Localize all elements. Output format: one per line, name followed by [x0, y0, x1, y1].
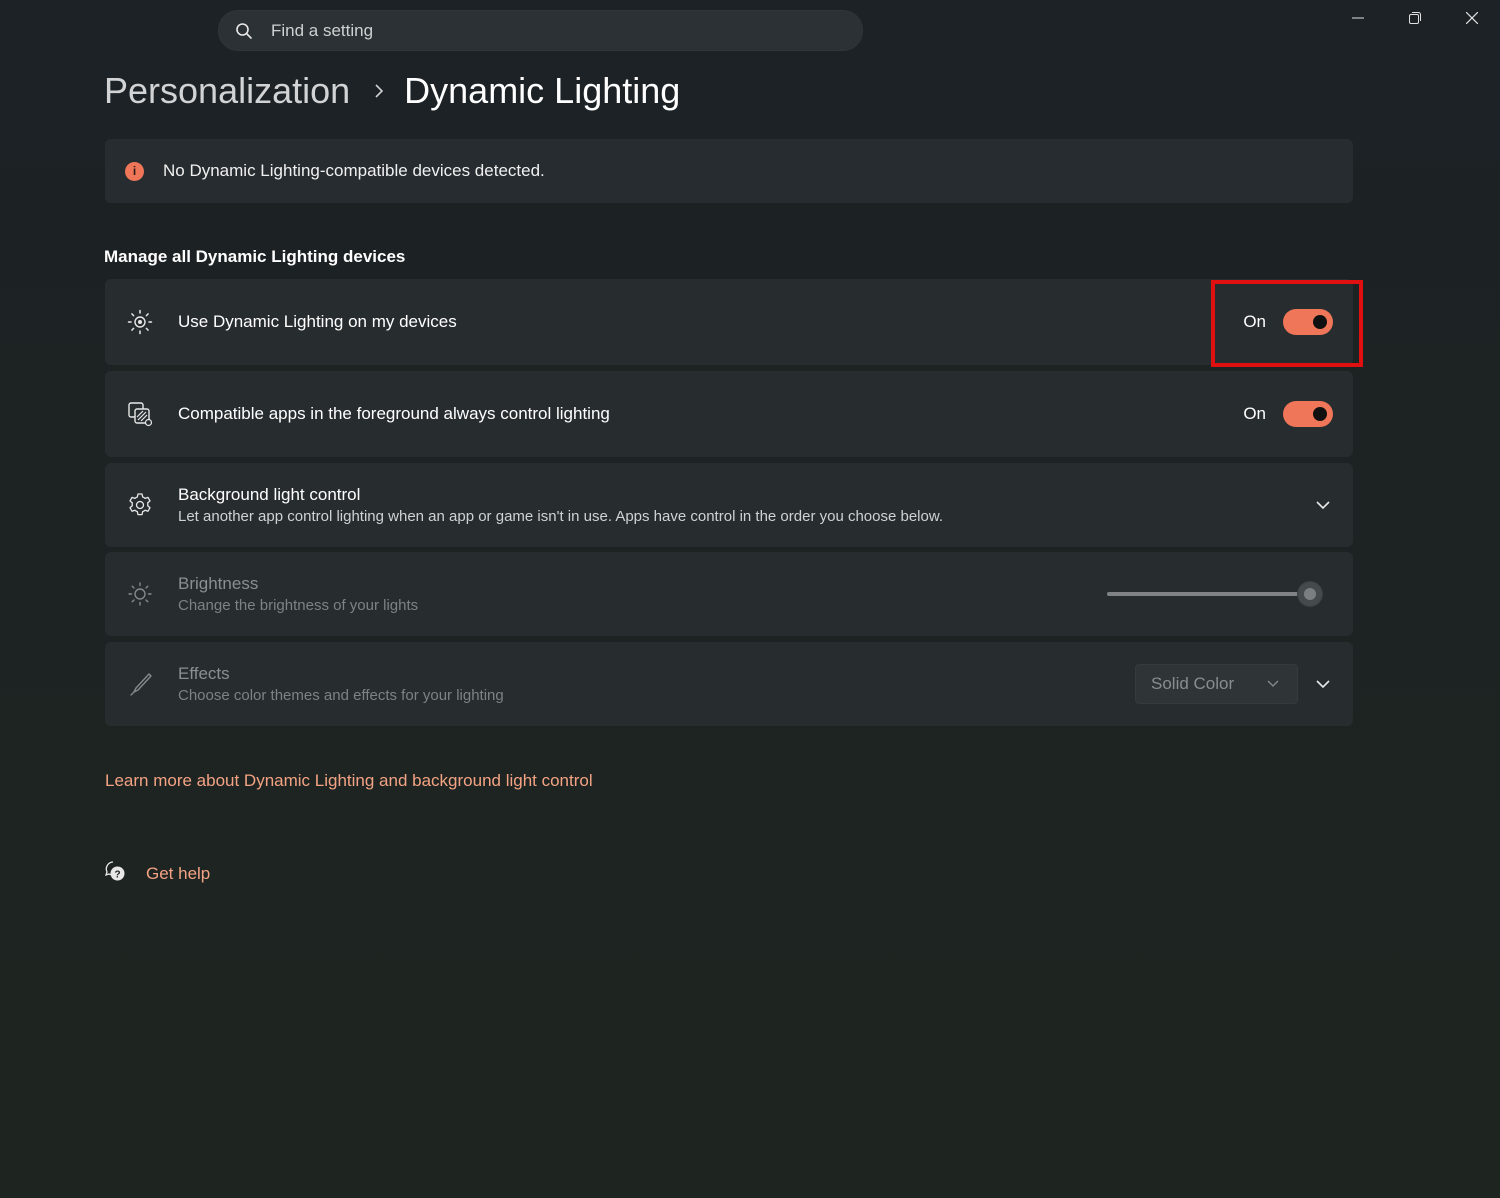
- chevron-down-icon: [1267, 678, 1279, 690]
- dropdown-value: Solid Color: [1151, 674, 1235, 693]
- page-title: Dynamic Lighting: [404, 70, 681, 111]
- slider-thumb[interactable]: [1298, 582, 1322, 606]
- close-button[interactable]: [1443, 0, 1500, 40]
- setting-text: Effects Choose color themes and effects …: [178, 664, 504, 704]
- setting-description: Choose color themes and effects for your…: [178, 687, 504, 704]
- minimize-button[interactable]: [1329, 0, 1386, 40]
- setting-text: Use Dynamic Lighting on my devices: [178, 312, 457, 332]
- setting-title: Compatible apps in the foreground always…: [178, 404, 610, 423]
- brightness-slider[interactable]: [1107, 582, 1322, 606]
- setting-background-light-control[interactable]: Background light control Let another app…: [105, 463, 1353, 547]
- chevron-down-icon[interactable]: [1315, 497, 1331, 513]
- get-help-label: Get help: [146, 863, 211, 883]
- breadcrumb-personalization[interactable]: Personalization: [104, 70, 350, 112]
- setting-foreground-apps-control: Compatible apps in the foreground always…: [105, 371, 1353, 457]
- setting-description: Change the brightness of your lights: [178, 597, 419, 614]
- slider-track: [1107, 592, 1310, 596]
- minimize-icon: [1351, 11, 1364, 29]
- learn-more-link[interactable]: Learn more about Dynamic Lighting and ba…: [105, 771, 593, 791]
- close-icon: [1465, 11, 1478, 29]
- search-icon: [235, 22, 253, 40]
- setting-title: Background light control: [178, 485, 361, 504]
- help-icon: ?: [104, 860, 126, 887]
- use-dynamic-lighting-toggle[interactable]: [1283, 309, 1333, 335]
- brightness-icon: [127, 581, 153, 607]
- restore-icon: [1408, 11, 1421, 29]
- svg-text:?: ?: [114, 870, 120, 881]
- apps-control-icon: [127, 401, 153, 427]
- toggle-state-label: On: [1243, 404, 1266, 423]
- chevron-down-icon[interactable]: [1315, 676, 1331, 692]
- setting-effects: Effects Choose color themes and effects …: [105, 642, 1353, 726]
- setting-brightness: Brightness Change the brightness of your…: [105, 552, 1353, 636]
- brush-icon: [127, 671, 153, 697]
- breadcrumb: Personalization Dynamic Lighting: [104, 70, 680, 112]
- gear-icon: [127, 492, 153, 518]
- window-controls: [1329, 0, 1500, 40]
- slider-thumb-center: [1304, 588, 1316, 600]
- toggle-group: On: [1243, 309, 1333, 335]
- foreground-apps-toggle[interactable]: [1283, 401, 1333, 427]
- toggle-knob: [1313, 407, 1327, 421]
- toggle-knob: [1313, 315, 1327, 329]
- setting-text: Compatible apps in the foreground always…: [178, 404, 610, 424]
- setting-title: Brightness: [178, 574, 259, 593]
- info-icon: i: [125, 161, 144, 181]
- setting-text: Background light control Let another app…: [178, 485, 943, 525]
- info-message: No Dynamic Lighting-compatible devices d…: [163, 161, 545, 180]
- effects-dropdown[interactable]: Solid Color: [1135, 664, 1298, 704]
- setting-title: Use Dynamic Lighting on my devices: [178, 312, 457, 331]
- toggle-state-label: On: [1243, 312, 1266, 331]
- chevron-right-icon: [374, 83, 384, 99]
- setting-text: Brightness Change the brightness of your…: [178, 574, 418, 614]
- get-help-link[interactable]: ? Get help: [104, 860, 210, 887]
- section-title: Manage all Dynamic Lighting devices: [104, 247, 406, 266]
- search-box[interactable]: [218, 10, 863, 51]
- toggle-group: On: [1243, 401, 1333, 427]
- setting-use-dynamic-lighting: Use Dynamic Lighting on my devices On: [105, 279, 1353, 365]
- search-input[interactable]: [269, 19, 793, 42]
- info-bar: i No Dynamic Lighting-compatible devices…: [105, 139, 1353, 203]
- setting-description: Let another app control lighting when an…: [178, 508, 944, 525]
- setting-title: Effects: [178, 664, 230, 683]
- dynamic-lighting-icon: [127, 309, 153, 335]
- restore-button[interactable]: [1386, 0, 1443, 40]
